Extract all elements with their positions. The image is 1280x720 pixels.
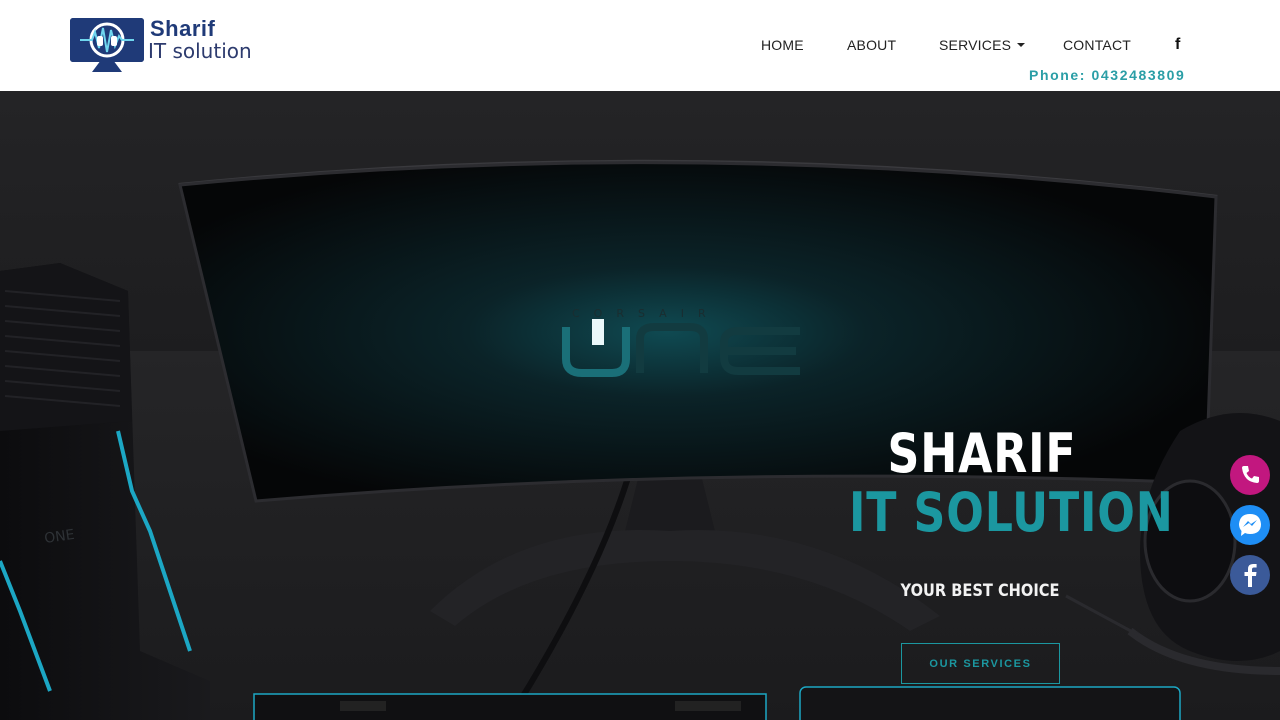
hero-banner: CORSAIR ONE SHARIF IT SOLUTION YOUR BEST…: [0, 91, 1280, 720]
our-services-button[interactable]: OUR SERVICES: [901, 643, 1060, 684]
hero-photo: CORSAIR ONE: [0, 159, 1280, 720]
phone-number[interactable]: Phone: 0432483809: [1029, 67, 1185, 83]
messenger-icon[interactable]: [1230, 505, 1270, 545]
facebook-icon[interactable]: f: [1175, 36, 1180, 54]
nav-services[interactable]: SERVICES: [939, 37, 1026, 53]
caret-down-icon: [1017, 43, 1026, 47]
nav-services-label: SERVICES: [939, 37, 1012, 53]
logo-stand: [92, 62, 122, 72]
hero-tagline: YOUR BEST CHOICE: [900, 581, 1060, 601]
hero-title-line1: SHARIF: [887, 422, 1077, 485]
nav-about[interactable]: ABOUT: [847, 37, 896, 53]
site-header: Sharif IT solution HOME ABOUT SERVICES C…: [0, 0, 1280, 91]
nav-home[interactable]: HOME: [761, 37, 804, 53]
main-nav: HOME ABOUT SERVICES CONTACT: [0, 37, 1280, 55]
nav-contact[interactable]: CONTACT: [1063, 37, 1131, 53]
facebook-float-icon[interactable]: [1230, 555, 1270, 595]
screen-brand-small: CORSAIR: [572, 307, 720, 320]
hero-title-line2: IT SOLUTION: [848, 481, 1174, 544]
phone-icon[interactable]: [1230, 455, 1270, 495]
